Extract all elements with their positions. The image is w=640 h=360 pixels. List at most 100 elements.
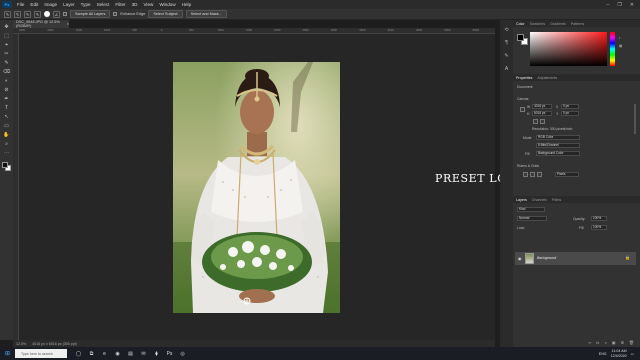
adjustments-icon[interactable]: ◐ [619,34,622,42]
select-and-mask-button[interactable]: Select and Mask... [185,10,227,18]
enhance-edge-checkbox[interactable] [113,12,118,16]
dodge-tool-icon[interactable]: ◐ [3,78,11,84]
grid-toggle-icon[interactable] [530,172,535,177]
menu-file[interactable]: File [14,0,27,9]
store-icon[interactable]: ⧫ [153,350,160,357]
subtract-selection-icon[interactable]: ✎ [34,10,41,18]
close-document-icon[interactable]: × [67,22,69,26]
menu-type[interactable]: Type [78,0,94,9]
layer-lock-icon[interactable]: 🔒 [625,255,630,260]
minimize-icon[interactable]: – [607,2,610,8]
x-field[interactable]: 0 px [561,104,579,109]
color-swatches[interactable] [1,162,12,172]
layer-filter-select[interactable]: Kind [517,207,545,212]
rulers-grids-label[interactable]: Rulers & Grids [517,164,539,168]
document-info[interactable]: 4016 px x 6016 px (300 ppi) [32,342,77,346]
brush-size-icon[interactable] [44,11,50,17]
task-view-icon[interactable]: ⧉ [88,350,95,357]
adjustment-layer-icon[interactable]: ◑ [604,340,606,345]
zoom-tool-icon[interactable]: ⌕ [3,141,11,147]
y-field[interactable]: 0 px [561,111,579,116]
layer-row-background[interactable]: ◉ Background 🔒 [515,252,636,265]
height-field[interactable]: 6016 px [532,111,552,116]
width-field[interactable]: 4016 px [532,104,552,109]
notification-icon[interactable]: ▭ [631,352,634,356]
menu-filter[interactable]: Filter [112,0,128,9]
menu-view[interactable]: View [140,0,156,9]
blend-mode-select[interactable]: Normal [517,216,547,221]
menu-3d[interactable]: 3D [129,0,141,9]
visibility-eye-icon[interactable]: ◉ [518,256,522,261]
orientation-portrait-icon[interactable] [533,119,538,124]
menu-select[interactable]: Select [94,0,113,9]
orientation-landscape-icon[interactable] [540,119,545,124]
mail-icon[interactable]: ✉ [140,350,147,357]
chrome-icon[interactable]: ◉ [114,350,121,357]
foreground-color-chip[interactable] [517,34,524,41]
menu-image[interactable]: Image [41,0,60,9]
hue-slider[interactable] [610,32,615,66]
menu-window[interactable]: Window [156,0,178,9]
tab-properties[interactable]: Properties [516,76,532,80]
taskbar-clock[interactable]: 11:04 AM 12/4/2020 [611,349,627,358]
brush-tool-icon[interactable]: ✎ [3,60,11,66]
character-icon[interactable]: A [503,65,510,72]
photoshop-taskbar-icon[interactable]: Ps [166,350,173,357]
hand-tool-icon[interactable]: ✋ [3,132,11,138]
cortana-icon[interactable]: ◯ [75,350,82,357]
libraries-icon[interactable]: ▦ [619,42,622,50]
menu-layer[interactable]: Layer [60,0,78,9]
pen-tool-icon[interactable]: ✒ [3,96,11,102]
tab-color[interactable]: Color [516,22,525,26]
guides-toggle-icon[interactable] [537,172,542,177]
layer-style-icon[interactable]: fx [596,340,599,345]
tab-adjustments[interactable]: Adjustments [537,76,557,80]
healing-tool-icon[interactable]: ⊘ [3,87,11,93]
tab-swatches[interactable]: Swatches [530,22,546,26]
marquee-tool-icon[interactable]: ⬚ [3,33,11,39]
menu-edit[interactable]: Edit [27,0,41,9]
delete-layer-icon[interactable]: 🗑 [629,340,634,345]
ruler-toggle-icon[interactable] [523,172,528,177]
taskbar-search-input[interactable]: Type here to search [15,349,67,358]
media-icon[interactable]: ◎ [179,350,186,357]
layer-name[interactable]: Background [537,256,556,260]
shape-tool-icon[interactable]: ▭ [3,123,11,129]
tab-channels[interactable]: Channels [532,198,547,202]
opacity-field[interactable]: 100% [591,216,607,221]
tab-gradients[interactable]: Gradients [550,22,566,26]
fill-select[interactable]: Background Color [536,151,580,156]
type-tool-icon[interactable]: T [3,105,11,111]
tab-patterns[interactable]: Patterns [571,22,584,26]
fill-field[interactable]: 100% [591,225,607,230]
new-selection-icon[interactable]: ✎ [14,10,21,18]
sample-all-layers-checkbox[interactable] [63,12,67,16]
quick-selection-tool-icon[interactable]: ✎ [4,10,11,18]
bit-depth-select[interactable]: 8 Bits/Channel [536,143,580,148]
link-layers-icon[interactable]: ∞ [588,340,591,345]
new-layer-icon[interactable]: ⊞ [621,340,624,345]
maximize-icon[interactable]: ❐ [617,2,621,8]
windows-start-icon[interactable]: ⊞ [2,349,13,358]
history-icon[interactable]: ⟲ [503,26,510,33]
sample-all-layers-button[interactable]: Sample All Layers [70,10,111,18]
mode-select[interactable]: RGB Color [536,135,580,140]
brush-settings-icon[interactable]: ✎ [503,52,510,59]
foreground-color-swatch[interactable] [1,162,8,168]
path-select-tool-icon[interactable]: ↖ [3,114,11,120]
properties-scrollbar[interactable] [634,104,636,134]
edge-browser-icon[interactable]: e [101,350,108,357]
close-icon[interactable]: ✕ [630,2,634,8]
move-tool-icon[interactable]: ✥ [3,24,11,30]
bride-photo[interactable] [173,62,340,313]
zoom-level[interactable]: 12.5% [16,342,26,346]
add-to-selection-icon[interactable]: ✎ [24,10,31,18]
crop-tool-icon[interactable]: ✂ [3,51,11,57]
paragraph-icon[interactable]: ¶ [503,39,510,46]
brush-options-icon[interactable]: ∠ [53,10,60,18]
menu-help[interactable]: Help [179,0,194,9]
more-tools-icon[interactable]: ⋯ [3,150,11,156]
language-indicator[interactable]: ENG [599,352,607,356]
enhance-edge-label[interactable]: Enhance Edge [120,12,145,16]
tab-layers[interactable]: Layers [516,198,527,202]
